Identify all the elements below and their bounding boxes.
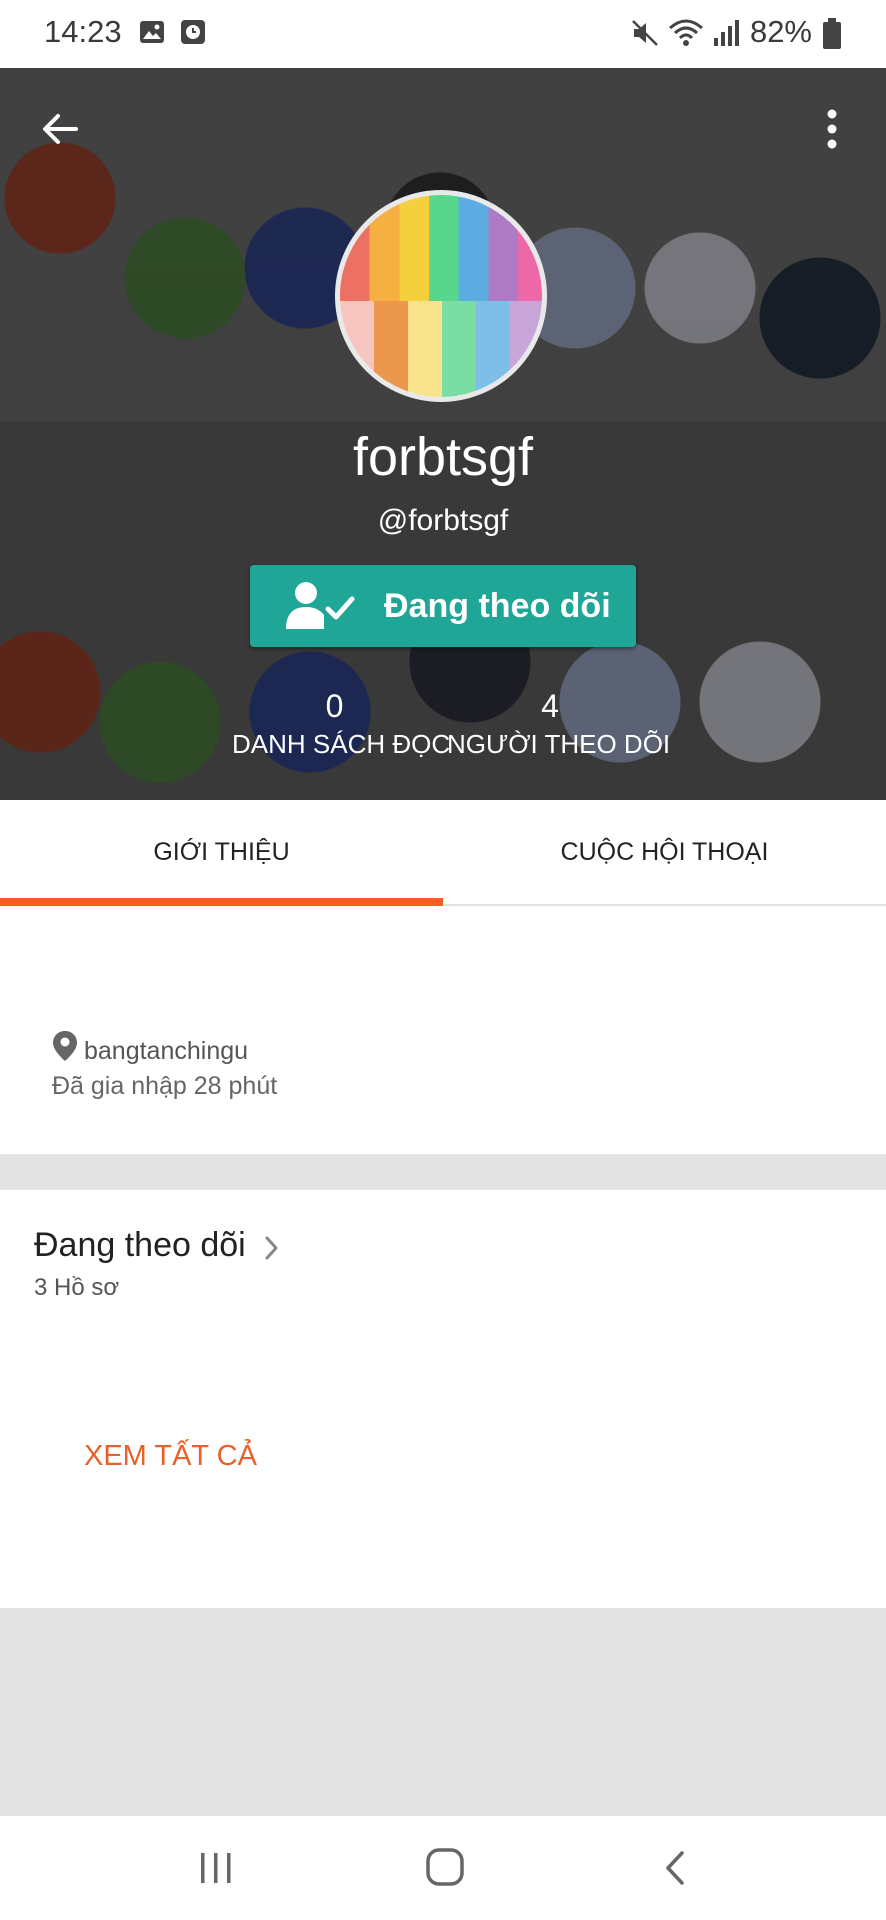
stat-value: 4 xyxy=(541,688,559,724)
user-check-icon xyxy=(286,582,355,629)
stat-label: DANH SÁCH ĐỌC xyxy=(232,729,451,759)
signal-icon xyxy=(714,20,739,46)
mute-icon xyxy=(632,20,658,46)
stat-followers[interactable]: 4 NGƯỜI THEO DÕI xyxy=(447,688,671,760)
image-icon xyxy=(140,21,164,43)
following-count: 3 Hồ sơ xyxy=(34,1274,120,1301)
tab-conversations[interactable]: CUỘC HỘI THOẠI xyxy=(443,800,886,904)
profile-name: forbtsgf xyxy=(352,427,534,487)
system-nav-bar xyxy=(0,1816,886,1920)
profile-tabs: GIỚI THIỆU CUỘC HỘI THOẠI xyxy=(0,800,886,906)
section-divider xyxy=(0,1608,886,1816)
active-tab-indicator xyxy=(0,898,443,906)
chevron-right-icon[interactable] xyxy=(262,1232,282,1264)
battery-icon xyxy=(823,18,841,49)
following-section-title[interactable]: Đang theo dõi xyxy=(34,1226,246,1265)
see-all-link[interactable]: XEM TẤT CẢ xyxy=(84,1440,257,1473)
wifi-icon xyxy=(669,19,703,46)
location-pin-icon xyxy=(53,1031,77,1061)
back-nav-icon[interactable] xyxy=(660,1848,690,1888)
recent-apps-icon[interactable] xyxy=(196,1848,236,1888)
battery-percent: 82% xyxy=(749,14,812,49)
following-button[interactable]: Đang theo dõi xyxy=(250,565,636,647)
home-icon[interactable] xyxy=(424,1846,466,1888)
section-divider xyxy=(0,1154,886,1190)
location-text: bangtanchingu xyxy=(84,1037,249,1065)
stat-label: NGƯỜI THEO DÕI xyxy=(447,729,671,759)
tab-about[interactable]: GIỚI THIỆU xyxy=(0,800,443,904)
status-time: 14:23 xyxy=(44,14,122,49)
following-button-label: Đang theo dõi xyxy=(384,586,611,625)
back-arrow-icon[interactable] xyxy=(36,104,86,154)
avatar xyxy=(335,190,547,402)
clock-icon xyxy=(181,20,205,44)
profile-handle: @forbtsgf xyxy=(377,504,509,537)
stat-reading-lists[interactable]: 0 DANH SÁCH ĐỌC xyxy=(232,688,451,760)
status-bar: 14:23 82% xyxy=(0,0,886,68)
joined-text: Đã gia nhập 28 phút xyxy=(52,1072,278,1100)
stat-value: 0 xyxy=(325,688,344,724)
more-options-icon[interactable] xyxy=(812,104,852,154)
profile-header: forbtsgf @forbtsgf Đang theo dõi 0 DANH … xyxy=(0,68,886,800)
